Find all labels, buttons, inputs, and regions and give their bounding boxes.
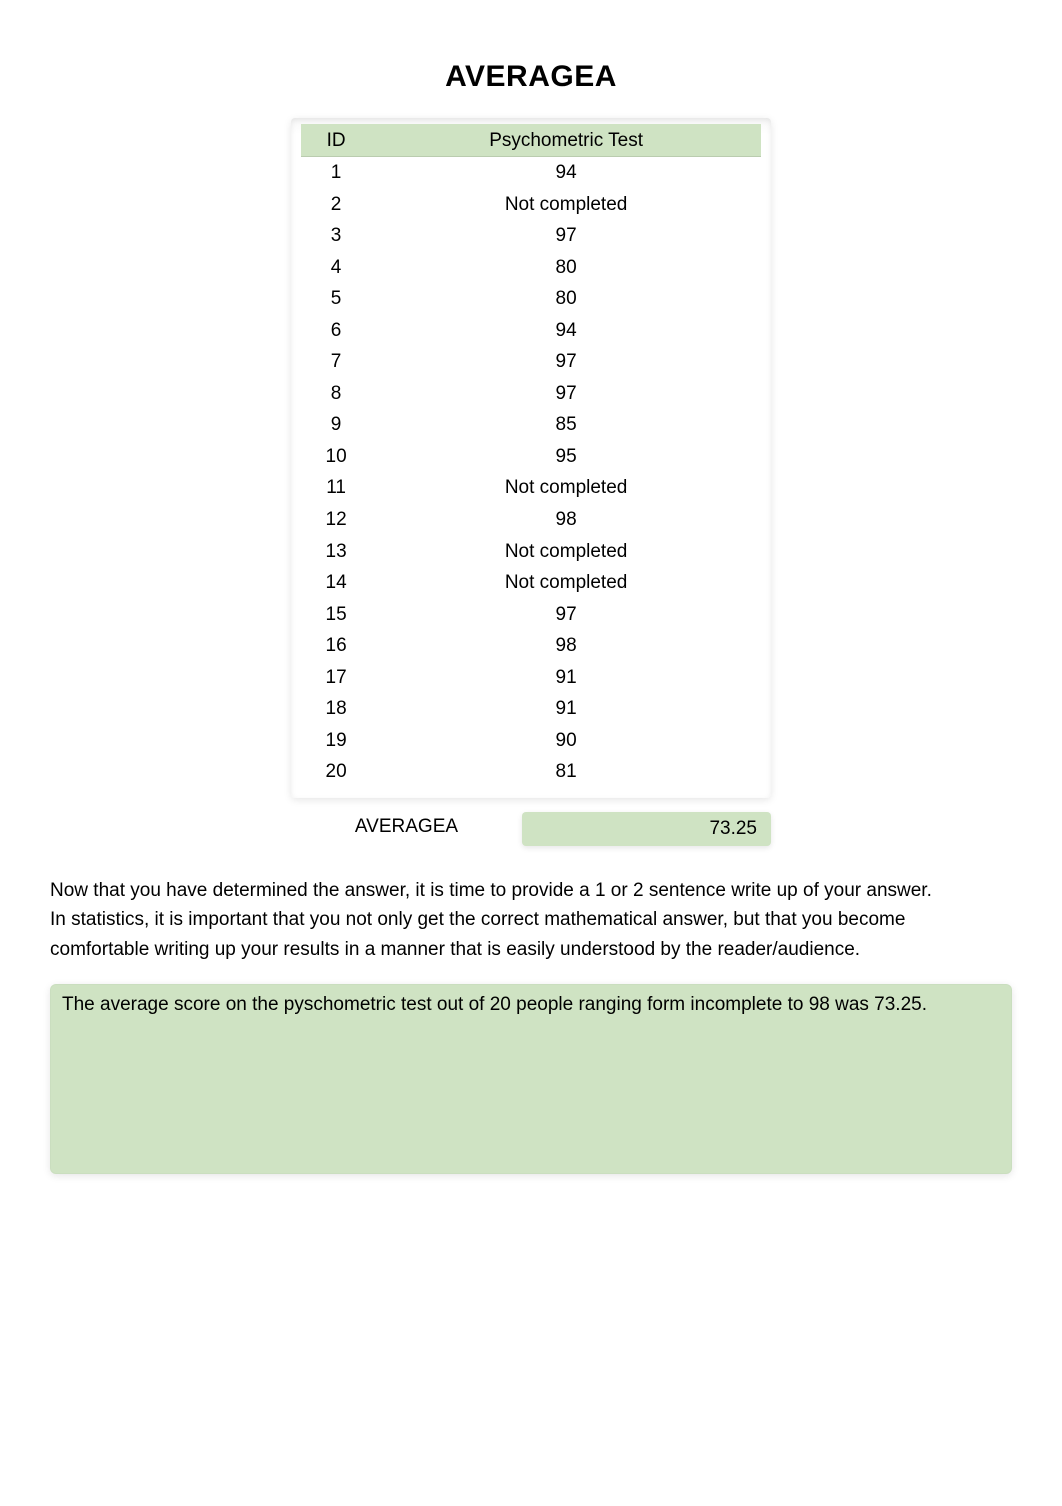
- cell-score: 95: [371, 441, 761, 473]
- data-table: ID Psychometric Test 1942Not completed39…: [301, 124, 761, 788]
- cell-id: 16: [301, 630, 371, 662]
- cell-id: 8: [301, 378, 371, 410]
- table-row: 2Not completed: [301, 189, 761, 221]
- cell-score: 94: [371, 157, 761, 189]
- table-row: 1698: [301, 630, 761, 662]
- cell-score: 85: [371, 409, 761, 441]
- cell-score: 80: [371, 283, 761, 315]
- summary-label: AVERAGEA: [291, 812, 522, 846]
- cell-score: 91: [371, 693, 761, 725]
- cell-id: 6: [301, 315, 371, 347]
- table-row: 13Not completed: [301, 536, 761, 568]
- cell-score: 80: [371, 252, 761, 284]
- col-header-id: ID: [301, 124, 371, 157]
- answer-box[interactable]: The average score on the pyschometric te…: [50, 984, 1012, 1174]
- cell-score: Not completed: [371, 189, 761, 221]
- table-row: 14Not completed: [301, 567, 761, 599]
- table-row: 1990: [301, 725, 761, 757]
- cell-score: 81: [371, 756, 761, 788]
- table-row: 194: [301, 157, 761, 189]
- table-row: 2081: [301, 756, 761, 788]
- table-row: 1095: [301, 441, 761, 473]
- summary-row: AVERAGEA 73.25: [291, 812, 771, 846]
- table-row: 1791: [301, 662, 761, 694]
- cell-id: 18: [301, 693, 371, 725]
- cell-score: 97: [371, 346, 761, 378]
- cell-score: Not completed: [371, 536, 761, 568]
- cell-score: 90: [371, 725, 761, 757]
- cell-id: 9: [301, 409, 371, 441]
- page-title: AVERAGEA: [50, 60, 1012, 94]
- table-header-row: ID Psychometric Test: [301, 124, 761, 157]
- table-row: 1597: [301, 599, 761, 631]
- table-row: 985: [301, 409, 761, 441]
- cell-id: 15: [301, 599, 371, 631]
- cell-score: Not completed: [371, 472, 761, 504]
- table-row: 1298: [301, 504, 761, 536]
- cell-id: 7: [301, 346, 371, 378]
- instructions-text: Now that you have determined the answer,…: [50, 876, 950, 964]
- cell-score: 97: [371, 378, 761, 410]
- cell-id: 10: [301, 441, 371, 473]
- table-body: 1942Not completed39748058069479789798510…: [301, 157, 761, 788]
- cell-score: 97: [371, 220, 761, 252]
- cell-id: 4: [301, 252, 371, 284]
- table-row: 797: [301, 346, 761, 378]
- cell-id: 3: [301, 220, 371, 252]
- cell-score: 98: [371, 504, 761, 536]
- cell-id: 1: [301, 157, 371, 189]
- cell-id: 13: [301, 536, 371, 568]
- cell-score: 94: [371, 315, 761, 347]
- table-row: 580: [301, 283, 761, 315]
- cell-score: Not completed: [371, 567, 761, 599]
- table-row: 1891: [301, 693, 761, 725]
- table-row: 897: [301, 378, 761, 410]
- cell-score: 98: [371, 630, 761, 662]
- cell-id: 11: [301, 472, 371, 504]
- cell-id: 5: [301, 283, 371, 315]
- table-row: 397: [301, 220, 761, 252]
- cell-id: 2: [301, 189, 371, 221]
- data-table-container: ID Psychometric Test 1942Not completed39…: [291, 118, 771, 798]
- cell-id: 20: [301, 756, 371, 788]
- col-header-score: Psychometric Test: [371, 124, 761, 157]
- table-row: 480: [301, 252, 761, 284]
- summary-value: 73.25: [522, 812, 771, 846]
- cell-id: 17: [301, 662, 371, 694]
- cell-score: 91: [371, 662, 761, 694]
- table-row: 11Not completed: [301, 472, 761, 504]
- cell-id: 12: [301, 504, 371, 536]
- cell-id: 14: [301, 567, 371, 599]
- table-row: 694: [301, 315, 761, 347]
- cell-score: 97: [371, 599, 761, 631]
- cell-id: 19: [301, 725, 371, 757]
